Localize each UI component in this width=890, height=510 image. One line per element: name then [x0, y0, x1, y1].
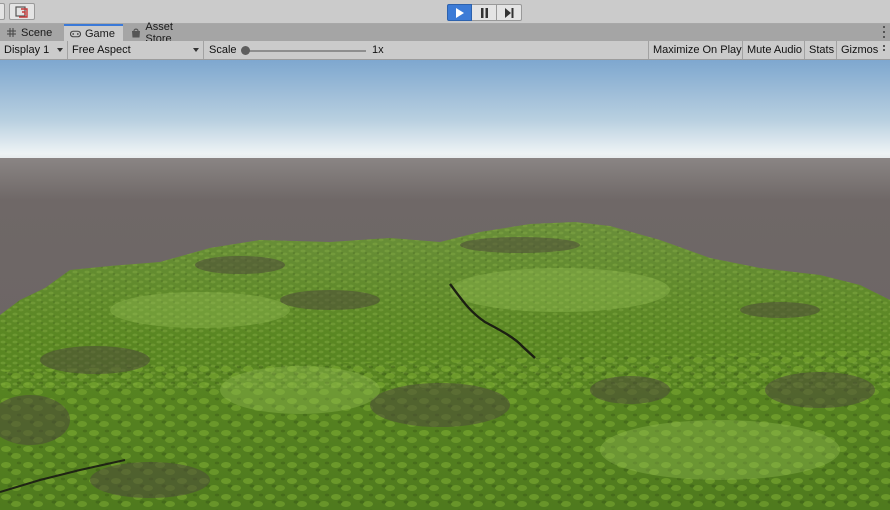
collab-icon — [15, 5, 28, 18]
collab-button[interactable] — [9, 3, 35, 20]
playmode-controls — [447, 4, 522, 21]
scale-value: 1x — [372, 44, 384, 56]
gizmos-toggle[interactable]: Gizmos — [836, 41, 878, 59]
tab-scene[interactable]: Scene — [0, 24, 64, 41]
menu-dot — [883, 45, 885, 47]
scale-slider-handle[interactable] — [241, 46, 250, 55]
stats-toggle[interactable]: Stats — [804, 41, 836, 59]
toggle-label: Gizmos — [841, 44, 879, 56]
chevron-down-icon — [193, 48, 199, 52]
toggle-label: Stats — [809, 44, 835, 56]
gamepad-icon — [70, 28, 81, 39]
play-button[interactable] — [447, 4, 472, 21]
scale-label: Scale — [209, 44, 237, 56]
menu-dot — [883, 31, 885, 33]
toggle-label: Mute Audio — [747, 44, 803, 56]
gizmos-menu-button[interactable] — [881, 44, 887, 56]
menu-dot — [883, 26, 885, 28]
tab-label: Game — [85, 27, 115, 40]
rendered-terrain-scene — [0, 60, 890, 510]
step-icon — [505, 7, 514, 18]
tab-game[interactable]: Game — [64, 24, 123, 41]
main-toolbar — [0, 0, 890, 24]
tab-menu-button[interactable] — [881, 26, 887, 38]
grid-icon — [6, 27, 17, 38]
pause-icon — [480, 7, 488, 18]
editor-tab-strip: Scene Game Asset Store — [0, 21, 890, 45]
game-view-toolbar: Display 1 Free Aspect Scale 1x Maximize … — [0, 41, 890, 60]
mute-audio-toggle[interactable]: Mute Audio — [742, 41, 804, 59]
scale-slider-track[interactable] — [243, 50, 366, 52]
aspect-dropdown[interactable]: Free Aspect — [68, 41, 204, 59]
menu-dot — [883, 36, 885, 38]
pause-button[interactable] — [472, 4, 497, 21]
toggle-label: Maximize On Play — [653, 44, 742, 56]
maximize-on-play-toggle[interactable]: Maximize On Play — [648, 41, 742, 59]
layers-button[interactable] — [0, 3, 5, 20]
tab-asset-store[interactable]: Asset Store — [125, 21, 205, 45]
toolbar-left-group — [0, 3, 35, 20]
tab-label: Scene — [21, 26, 53, 39]
game-viewport[interactable] — [0, 60, 890, 510]
aspect-value: Free Aspect — [72, 44, 131, 56]
display-dropdown[interactable]: Display 1 — [0, 41, 68, 59]
store-icon — [131, 27, 141, 38]
play-icon — [456, 7, 464, 18]
step-button[interactable] — [497, 4, 522, 21]
display-value: Display 1 — [4, 44, 50, 56]
chevron-down-icon — [57, 48, 63, 52]
menu-dot — [883, 49, 885, 51]
